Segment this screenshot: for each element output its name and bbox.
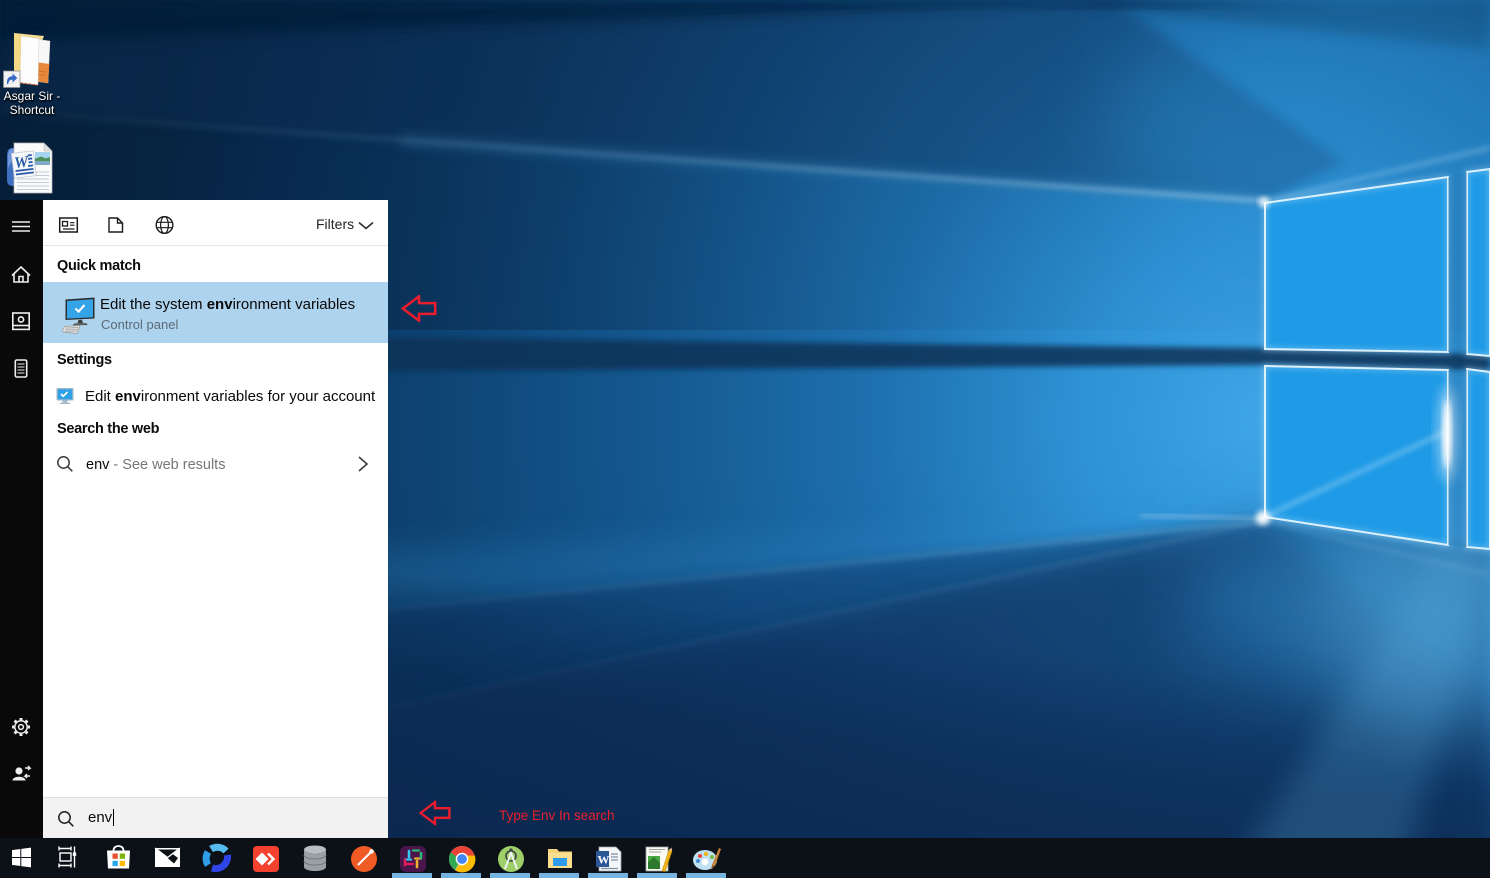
svg-text:W: W (598, 853, 610, 867)
